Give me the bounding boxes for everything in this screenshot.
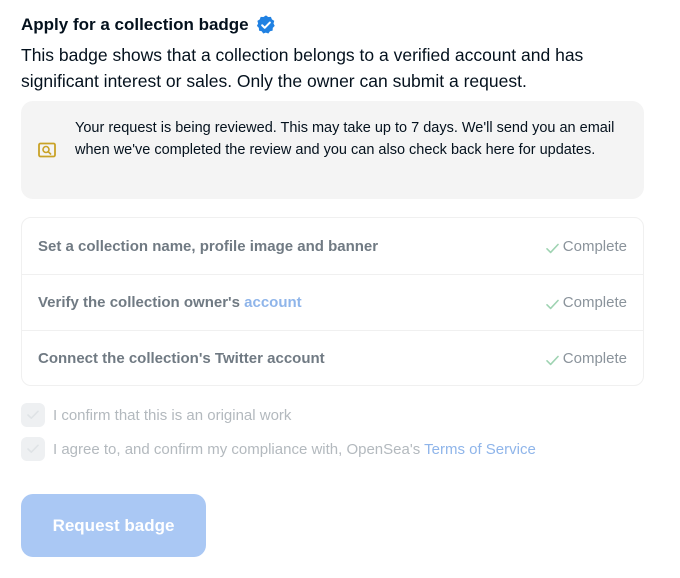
request-badge-label: Request badge [52,515,175,535]
original-work-confirmation[interactable]: I confirm that this is an original work [21,403,291,427]
terms-label-text: I agree to, and confirm my compliance wi… [53,440,425,458]
review-notice-text: Your request is being reviewed. This may… [75,120,615,158]
step-label: Connect the collection's Twitter account [38,350,325,367]
terms-confirmation[interactable]: I agree to, and confirm my compliance wi… [21,437,536,461]
account-link[interactable]: account [244,294,302,311]
step-connect-twitter: Connect the collection's Twitter account… [22,330,643,386]
review-notice: Your request is being reviewed. This may… [21,101,644,199]
step-status-label: Complete [562,350,627,367]
step-label-text: Verify the collection owner's [38,294,245,311]
terms-of-service-link[interactable]: Terms of Service [424,441,536,458]
check-icon [545,297,559,310]
step-collection-profile: Set a collection name, profile image and… [22,218,643,274]
badge-description: This badge shows that a collection belon… [21,45,584,91]
terms-label: I agree to, and confirm my compliance wi… [53,441,536,458]
step-status: Complete [545,350,627,367]
step-status-label: Complete [562,294,627,311]
original-work-checkbox[interactable] [21,403,45,427]
page-title: Apply for a collection badge [21,15,249,34]
step-label: Set a collection name, profile image and… [38,237,379,255]
step-status-label: Complete [562,237,627,255]
step-verify-owner: Verify the collection owner's account Co… [22,274,643,330]
verified-badge-icon [255,14,277,36]
original-work-label: I confirm that this is an original work [53,406,292,424]
terms-checkbox[interactable] [21,437,45,461]
check-icon [545,241,559,253]
review-search-icon [38,142,56,158]
step-status: Complete [545,237,627,255]
step-label: Verify the collection owner's account [38,294,546,311]
check-icon [545,353,559,366]
step-status: Complete [545,294,627,311]
requirements-list: Set a collection name, profile image and… [21,217,644,386]
header: Apply for a collection badge [21,14,277,36]
request-badge-button[interactable]: Request badge [21,494,206,557]
